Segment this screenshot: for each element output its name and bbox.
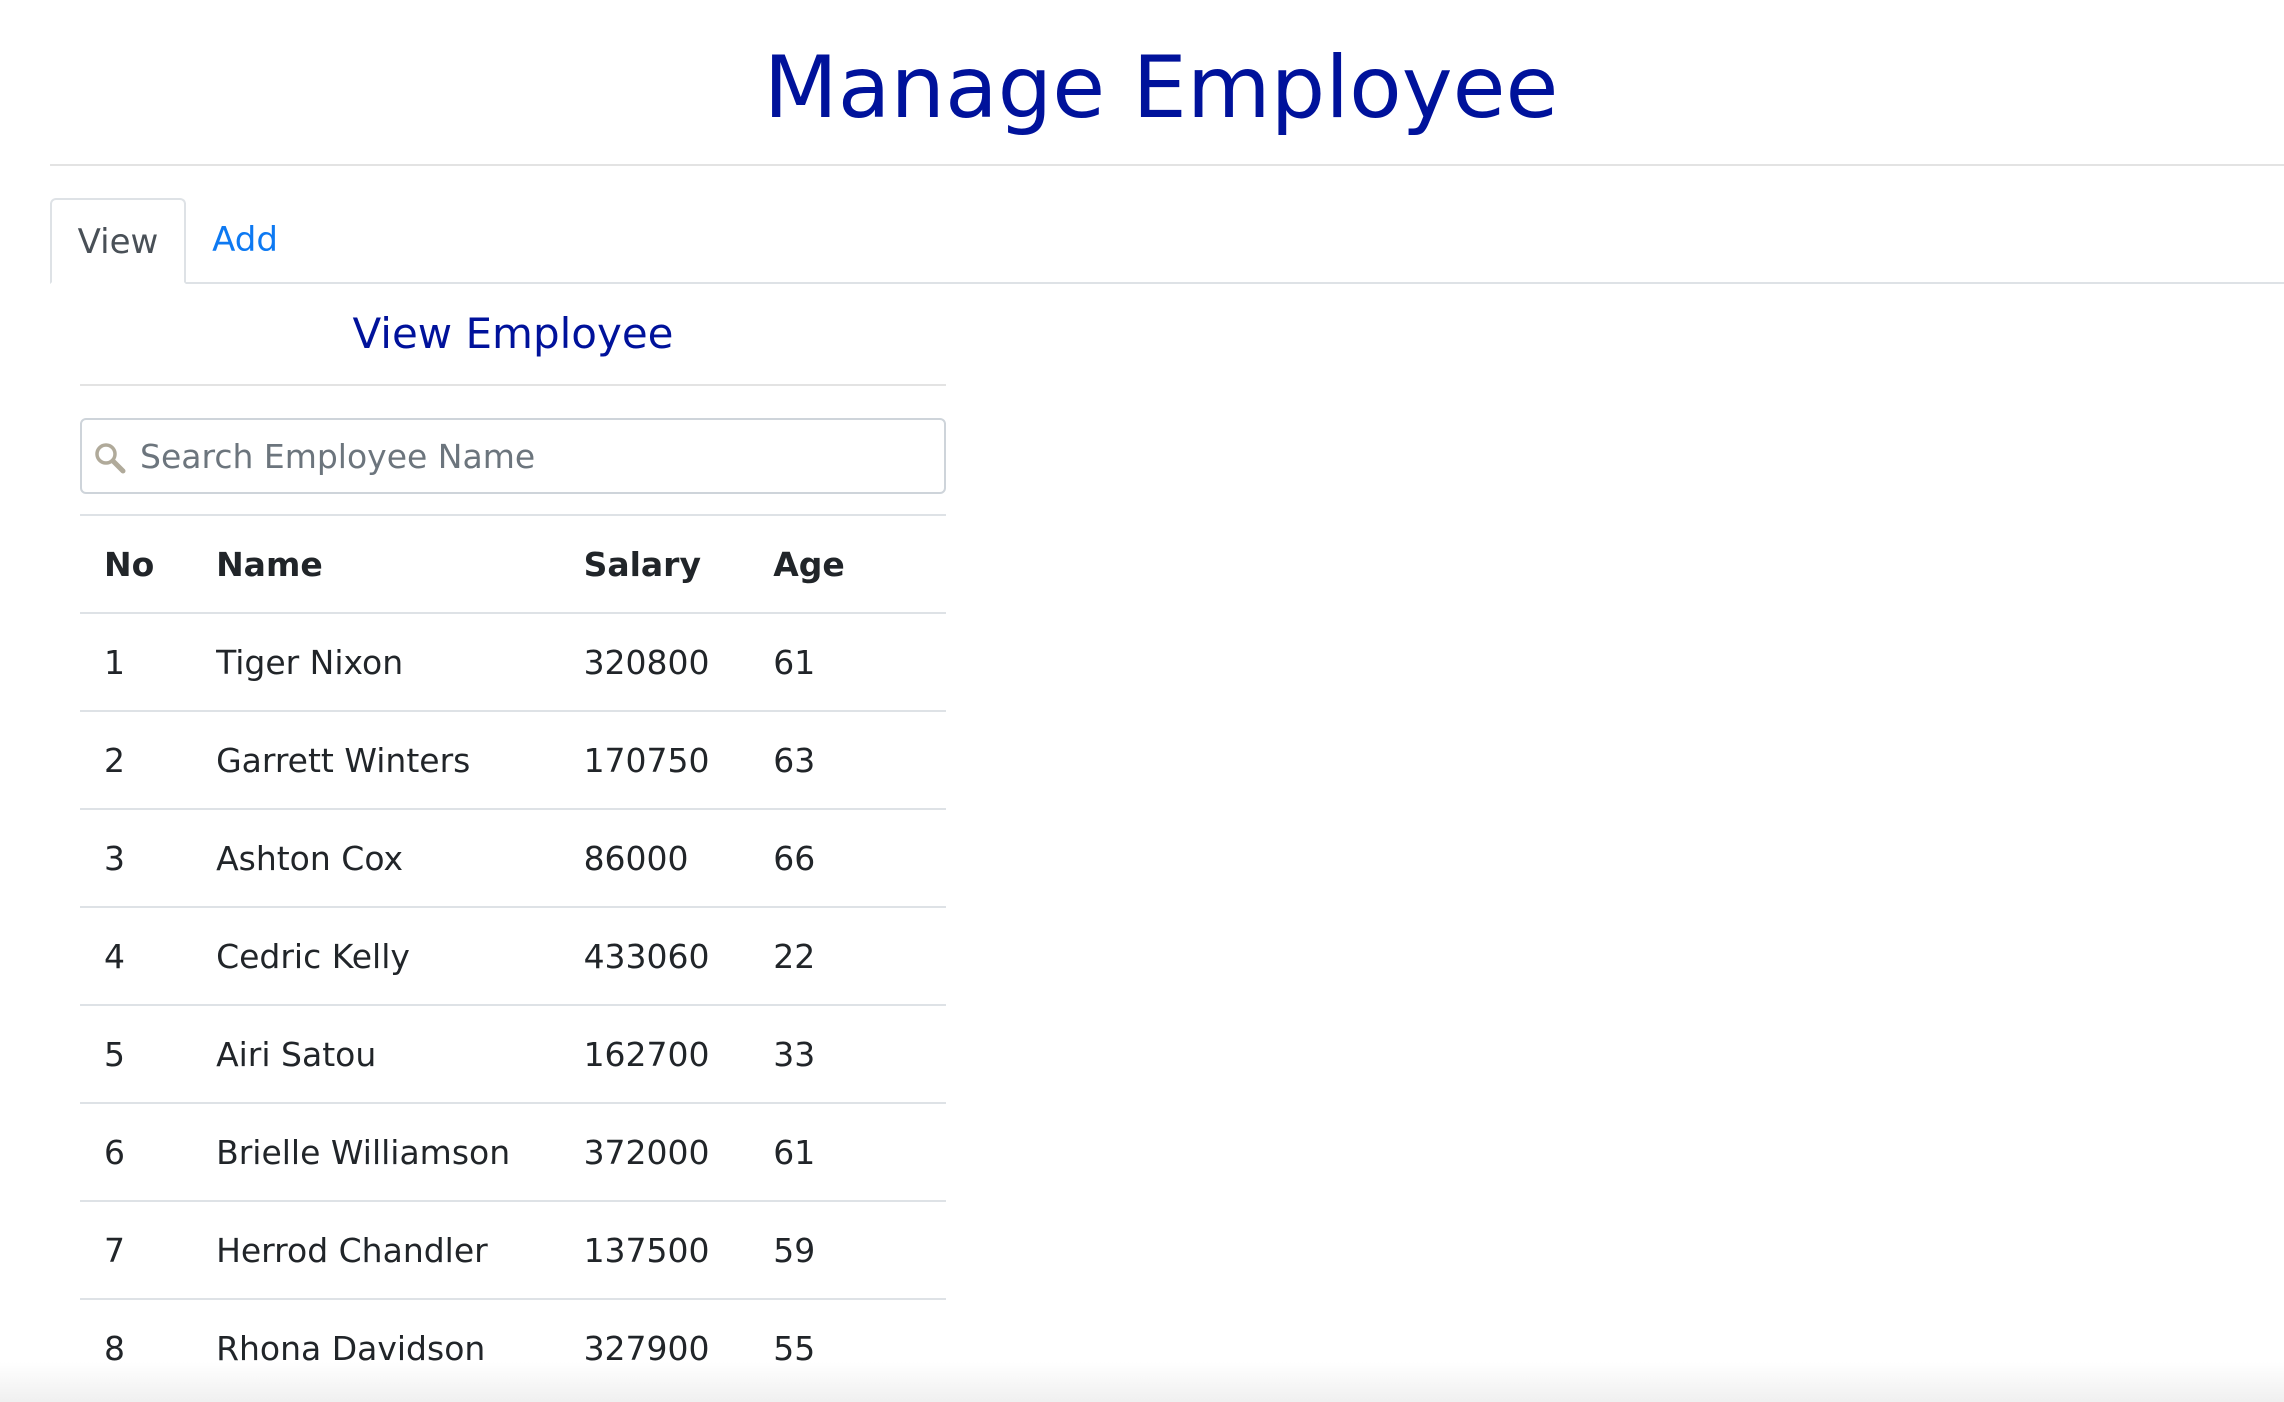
cell-no: 7 [80, 1200, 193, 1299]
column-header-name[interactable]: Name [192, 514, 560, 614]
cell-salary: 320800 [559, 612, 750, 711]
cell-name: Garrett Winters [192, 710, 560, 809]
column-header-age[interactable]: Age [749, 514, 946, 614]
cell-no: 4 [80, 906, 193, 1005]
cell-no: 1 [80, 612, 193, 711]
cell-name: Rhona Davidson [192, 1298, 560, 1396]
cell-age: 61 [749, 1102, 946, 1201]
search-input[interactable] [140, 420, 930, 492]
cell-age: 22 [749, 906, 946, 1005]
search-box [80, 418, 946, 494]
cell-no: 3 [80, 808, 193, 907]
table-row[interactable]: 3 Ashton Cox 86000 66 [80, 808, 946, 907]
cell-name: Herrod Chandler [192, 1200, 560, 1299]
cell-salary: 170750 [559, 710, 750, 809]
table-row[interactable]: 2 Garrett Winters 170750 63 [80, 710, 946, 809]
cell-salary: 162700 [559, 1004, 750, 1103]
tab-view[interactable]: View [50, 198, 186, 284]
cell-age: 55 [749, 1298, 946, 1396]
column-header-salary[interactable]: Salary [559, 514, 750, 614]
page-title: Manage Employee [763, 38, 1559, 138]
cell-age: 61 [749, 612, 946, 711]
column-header-no[interactable]: No [80, 514, 193, 614]
cell-salary: 86000 [559, 808, 750, 907]
cell-age: 59 [749, 1200, 946, 1299]
cell-name: Cedric Kelly [192, 906, 560, 1005]
table-row[interactable]: 6 Brielle Williamson 372000 61 [80, 1102, 946, 1201]
table-header-row: No Name Salary Age [80, 514, 946, 614]
cell-name: Ashton Cox [192, 808, 560, 907]
cell-salary: 372000 [559, 1102, 750, 1201]
cell-salary: 137500 [559, 1200, 750, 1299]
cell-no: 2 [80, 710, 193, 809]
cell-name: Brielle Williamson [192, 1102, 560, 1201]
cell-age: 63 [749, 710, 946, 809]
tab-bar: View Add [50, 198, 2284, 284]
table-row[interactable]: 8 Rhona Davidson 327900 55 [80, 1298, 946, 1396]
cell-no: 5 [80, 1004, 193, 1103]
cell-name: Airi Satou [192, 1004, 560, 1103]
cell-no: 6 [80, 1102, 193, 1201]
table-row[interactable]: 5 Airi Satou 162700 33 [80, 1004, 946, 1103]
cell-age: 66 [749, 808, 946, 907]
table-row[interactable]: 7 Herrod Chandler 137500 59 [80, 1200, 946, 1299]
employee-table: No Name Salary Age 1 Tiger Nixon 320800 … [80, 514, 946, 1396]
panel-title: View Employee [352, 309, 674, 358]
tab-add[interactable]: Add [186, 198, 304, 282]
cell-name: Tiger Nixon [192, 612, 560, 711]
table-row[interactable]: 4 Cedric Kelly 433060 22 [80, 906, 946, 1005]
title-divider [50, 164, 2284, 166]
table-row[interactable]: 1 Tiger Nixon 320800 61 [80, 612, 946, 711]
cell-salary: 327900 [559, 1298, 750, 1396]
cell-age: 33 [749, 1004, 946, 1103]
cell-no: 8 [80, 1298, 193, 1396]
cell-salary: 433060 [559, 906, 750, 1005]
panel-divider [80, 384, 946, 386]
search-icon [95, 443, 126, 474]
page: Manage Employee View Add View Employee N… [0, 0, 2284, 1402]
